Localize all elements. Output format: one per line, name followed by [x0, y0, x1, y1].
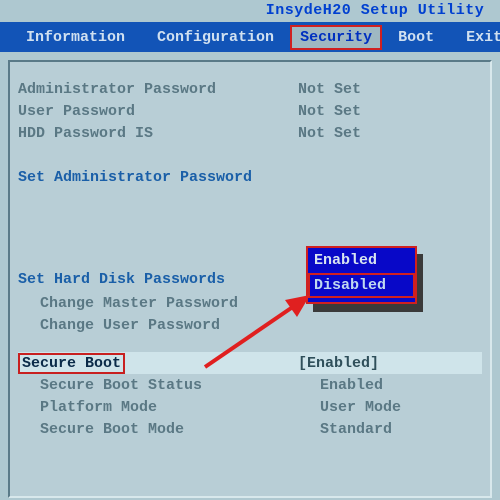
admin-password-row: Administrator Password Not Set	[18, 78, 482, 100]
bios-content-panel: Administrator Password Not Set User Pass…	[8, 60, 492, 498]
user-password-label: User Password	[18, 103, 298, 120]
secure-boot-label: Secure Boot	[18, 353, 125, 374]
change-user-password[interactable]: Change User Password	[18, 314, 482, 336]
platform-mode-row: Platform Mode User Mode	[18, 396, 482, 418]
hdd-password-value: Not Set	[298, 125, 482, 142]
secure-boot-row[interactable]: Secure Boot [Enabled]	[18, 352, 482, 374]
tab-information[interactable]: Information	[10, 29, 141, 46]
tab-security[interactable]: Security	[290, 25, 382, 50]
utility-title: InsydeH20 Setup Utility	[0, 0, 500, 22]
platform-mode-label: Platform Mode	[40, 399, 320, 416]
admin-password-value: Not Set	[298, 81, 482, 98]
secure-boot-mode-label: Secure Boot Mode	[40, 421, 320, 438]
secure-boot-value: [Enabled]	[298, 355, 482, 372]
secure-boot-status-label: Secure Boot Status	[40, 377, 320, 394]
set-admin-password[interactable]: Set Administrator Password	[18, 166, 482, 188]
admin-password-label: Administrator Password	[18, 81, 298, 98]
popup-option-enabled[interactable]: Enabled	[308, 248, 415, 273]
secure-boot-popup[interactable]: Enabled Disabled	[306, 246, 417, 304]
secure-boot-mode-row: Secure Boot Mode Standard	[18, 418, 482, 440]
secure-boot-mode-value: Standard	[320, 421, 482, 438]
platform-mode-value: User Mode	[320, 399, 482, 416]
user-password-value: Not Set	[298, 103, 482, 120]
tab-exit[interactable]: Exit	[450, 29, 500, 46]
secure-boot-status-value: Enabled	[320, 377, 482, 394]
popup-option-disabled[interactable]: Disabled	[308, 273, 415, 298]
secure-boot-status-row: Secure Boot Status Enabled	[18, 374, 482, 396]
tab-configuration[interactable]: Configuration	[141, 29, 290, 46]
tab-boot[interactable]: Boot	[382, 29, 450, 46]
hdd-password-row: HDD Password IS Not Set	[18, 122, 482, 144]
menu-bar: Information Configuration Security Boot …	[0, 22, 500, 52]
user-password-row: User Password Not Set	[18, 100, 482, 122]
hdd-password-label: HDD Password IS	[18, 125, 298, 142]
